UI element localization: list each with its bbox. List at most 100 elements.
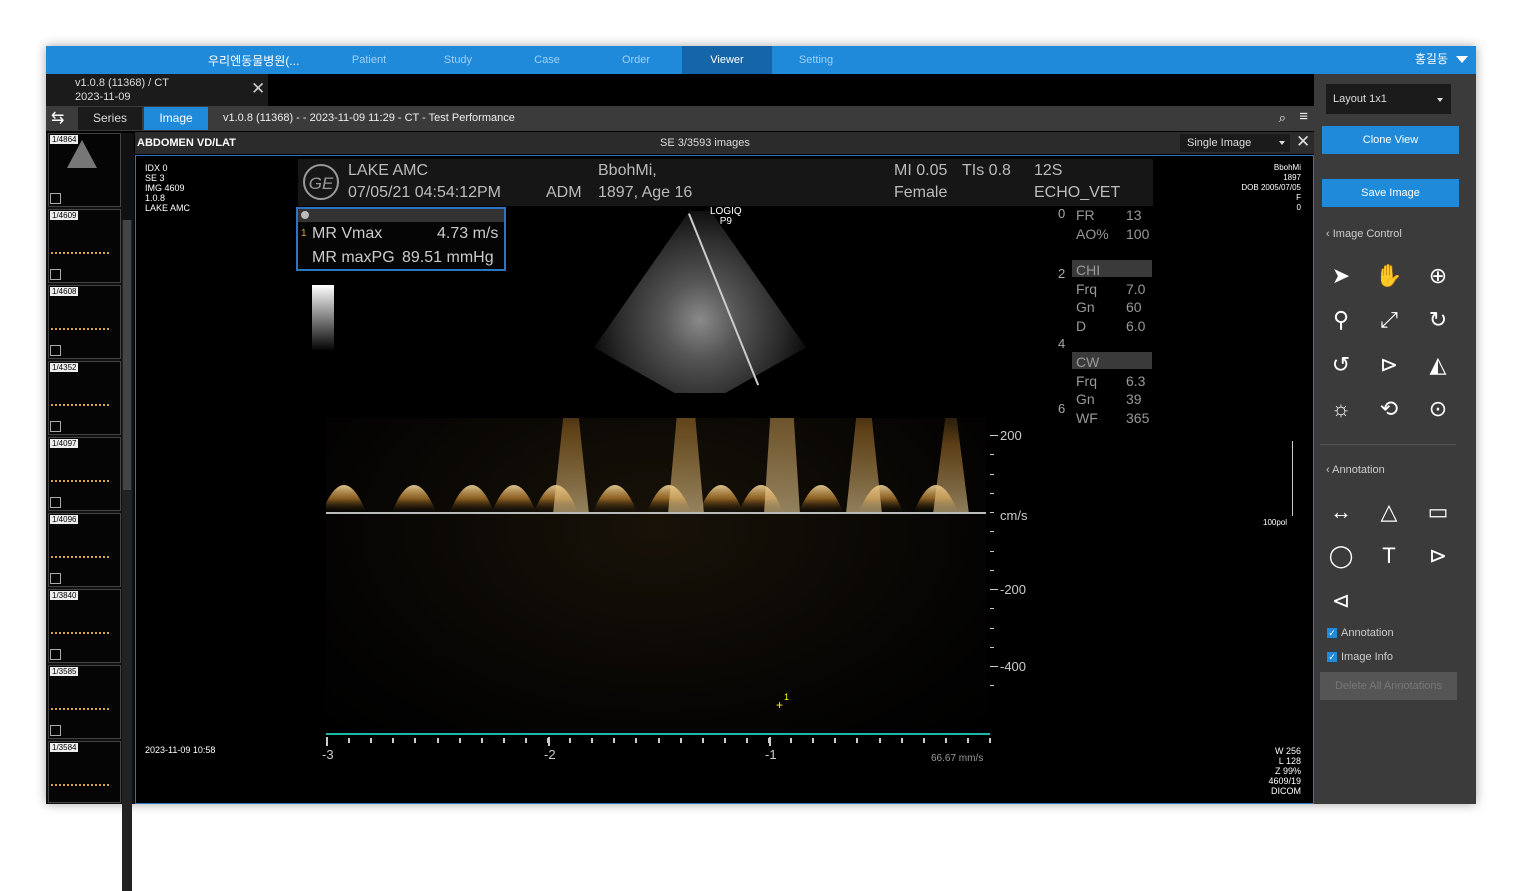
zoom-in-icon[interactable]: ⊕ <box>1423 261 1453 291</box>
velocity-minor-tick <box>990 570 994 571</box>
measurement-box[interactable]: 1 MR Vmax 4.73 m/s MR maxPG 89.51 mmHg <box>296 207 506 271</box>
thumbnail-label: 1/3840 <box>50 591 79 600</box>
clinic-name: LAKE AMC <box>348 162 429 179</box>
tab-case[interactable]: Case <box>502 46 592 74</box>
search-list-icon[interactable]: ⌕ <box>1279 110 1286 126</box>
preset-name: ECHO_VET <box>1034 184 1121 201</box>
reset-icon[interactable]: ⟲ <box>1374 394 1404 424</box>
scrollbar-thumb[interactable] <box>123 220 131 490</box>
rectangle-icon[interactable]: ▭ <box>1423 497 1453 527</box>
thumbnail-checkbox[interactable] <box>50 649 61 660</box>
hospital-name[interactable]: 우리엔동물병원(... <box>208 52 299 69</box>
close-icon[interactable]: ✕ <box>251 79 265 99</box>
tab-setting[interactable]: Setting <box>771 46 861 74</box>
thumbnail-checkbox[interactable] <box>50 725 61 736</box>
circle-icon[interactable]: ◯ <box>1326 541 1356 571</box>
thumbnail-list: 1/4864 1/4609 1/4608 1/4352 1/4097 1/409… <box>46 133 134 891</box>
tab-order[interactable]: Order <box>591 46 681 74</box>
rotate-left-icon[interactable]: ↺ <box>1326 350 1356 380</box>
thumbnail-item[interactable]: 1/4609 <box>48 209 121 283</box>
regurgitant-jet <box>846 418 882 514</box>
check-icon: ✓ <box>1327 628 1337 639</box>
thumbnail-item[interactable]: 1/3585 <box>48 665 121 739</box>
time-minor-tick <box>635 738 638 743</box>
measurement-value: 89.51 mmHg <box>402 249 494 266</box>
velocity-label: 200 <box>1000 428 1022 443</box>
flip-vertical-icon[interactable]: ◭ <box>1423 350 1453 380</box>
pan-hand-icon[interactable]: ✋ <box>1374 261 1404 291</box>
measurement-header <box>298 209 504 222</box>
time-minor-tick <box>480 738 483 743</box>
overlay-text: L 128 <box>1278 756 1301 766</box>
thumbnail-label: 1/4608 <box>50 287 79 296</box>
pointer-icon[interactable]: ➤ <box>1326 261 1356 291</box>
series-button[interactable]: Series <box>78 107 142 130</box>
close-icon[interactable]: ✕ <box>1296 132 1310 152</box>
velocity-minor-tick <box>990 474 994 475</box>
annotation-section[interactable]: ‹ Annotation <box>1326 464 1385 476</box>
regurgitant-jet <box>764 418 800 514</box>
thumbnail-label: 1/3584 <box>50 743 79 752</box>
rotate-view-icon[interactable]: ⊙ <box>1423 394 1453 424</box>
thumbnail-scrollbar[interactable] <box>122 220 132 891</box>
overlay-top-right: BbohMi 1897 DOB 2005/07/05 F 0 <box>1241 163 1301 213</box>
save-image-button[interactable]: Save Image <box>1322 179 1459 207</box>
thumbnail-item[interactable]: 1/4608 <box>48 285 121 359</box>
tab-patient[interactable]: Patient <box>324 46 414 74</box>
study-version: v1.0.8 (11368) / CT <box>75 77 169 89</box>
measurement-index: 1 <box>301 228 307 239</box>
velocity-minor-tick <box>990 531 994 532</box>
user-menu[interactable]: 홍길동 <box>1415 50 1468 67</box>
study-date: 2023-11-09 <box>75 91 131 103</box>
thumbnail-checkbox[interactable] <box>50 573 61 584</box>
magnifier-icon[interactable]: ⚲ <box>1326 305 1356 335</box>
arrow-annotation-icon[interactable]: ⊳ <box>1423 541 1453 571</box>
regurgitant-jet <box>933 418 969 514</box>
thumbnail-label: 1/4352 <box>50 363 79 372</box>
image-viewport[interactable]: IDX 0 SE 3 IMG 4609 1.0.8 LAKE AMC BbohM… <box>135 155 1314 804</box>
thumbnail-item[interactable]: 1/4096 <box>48 513 121 587</box>
thumbnail-item[interactable]: 1/3584 <box>48 741 121 803</box>
thumbnail-item[interactable]: 1/4097 <box>48 437 121 511</box>
view-mode-select[interactable]: Single Image <box>1180 134 1290 152</box>
menu-icon[interactable]: ≡ <box>1299 108 1308 125</box>
overlay-text: Z 99% <box>1274 766 1301 776</box>
velocity-minor-tick <box>990 628 994 629</box>
time-minor-tick <box>856 738 859 743</box>
layout-select[interactable]: Layout 1x1 <box>1326 84 1451 114</box>
fit-expand-icon[interactable]: ⤢ <box>1374 305 1404 335</box>
brightness-icon[interactable]: ☼ <box>1326 394 1356 424</box>
velocity-minor-tick <box>990 685 994 686</box>
mechanical-index: MI 0.05 <box>894 162 948 179</box>
tab-viewer[interactable]: Viewer <box>682 46 772 74</box>
parameter-value: 365 <box>1126 410 1150 426</box>
image-button[interactable]: Image <box>144 107 208 130</box>
thumbnail-checkbox[interactable] <box>50 421 61 432</box>
thumbnail-item[interactable]: 1/3840 <box>48 589 121 663</box>
sync-icon[interactable]: ⇆ <box>51 108 64 128</box>
thumbnail-item[interactable]: 1/4352 <box>48 361 121 435</box>
thumbnail-checkbox[interactable] <box>50 497 61 508</box>
thumbnail-image <box>51 390 109 406</box>
thumbnail-checkbox[interactable] <box>50 193 61 204</box>
image-info-checkbox[interactable]: ✓ Image Info <box>1327 651 1393 663</box>
clone-view-button[interactable]: Clone View <box>1322 126 1459 154</box>
thumbnail-checkbox[interactable] <box>50 345 61 356</box>
parameter-value: 7.0 <box>1126 281 1146 297</box>
flip-horizontal-icon[interactable]: ⊳ <box>1374 350 1404 380</box>
tab-study[interactable]: Study <box>413 46 503 74</box>
undo-annotation-icon[interactable]: ⊲ <box>1326 586 1356 616</box>
image-control-section[interactable]: ‹ Image Control <box>1326 228 1402 240</box>
polygon-icon[interactable]: △ <box>1374 497 1404 527</box>
ruler-icon[interactable]: ↔ <box>1326 497 1356 527</box>
delete-all-annotations-button[interactable]: Delete All Annotations <box>1320 672 1457 700</box>
text-icon[interactable]: T <box>1374 541 1404 571</box>
annotation-checkbox[interactable]: ✓ Annotation <box>1327 627 1394 639</box>
depth-label: 0 <box>1058 206 1066 221</box>
thumbnail-image <box>51 466 109 482</box>
chevron-down-icon <box>1456 56 1468 64</box>
thumbnail-checkbox[interactable] <box>50 269 61 280</box>
rotate-right-icon[interactable]: ↻ <box>1423 305 1453 335</box>
study-header: v1.0.8 (11368) / CT 2023-11-09 ✕ <box>46 74 268 106</box>
thumbnail-item[interactable]: 1/4864 <box>48 133 121 207</box>
